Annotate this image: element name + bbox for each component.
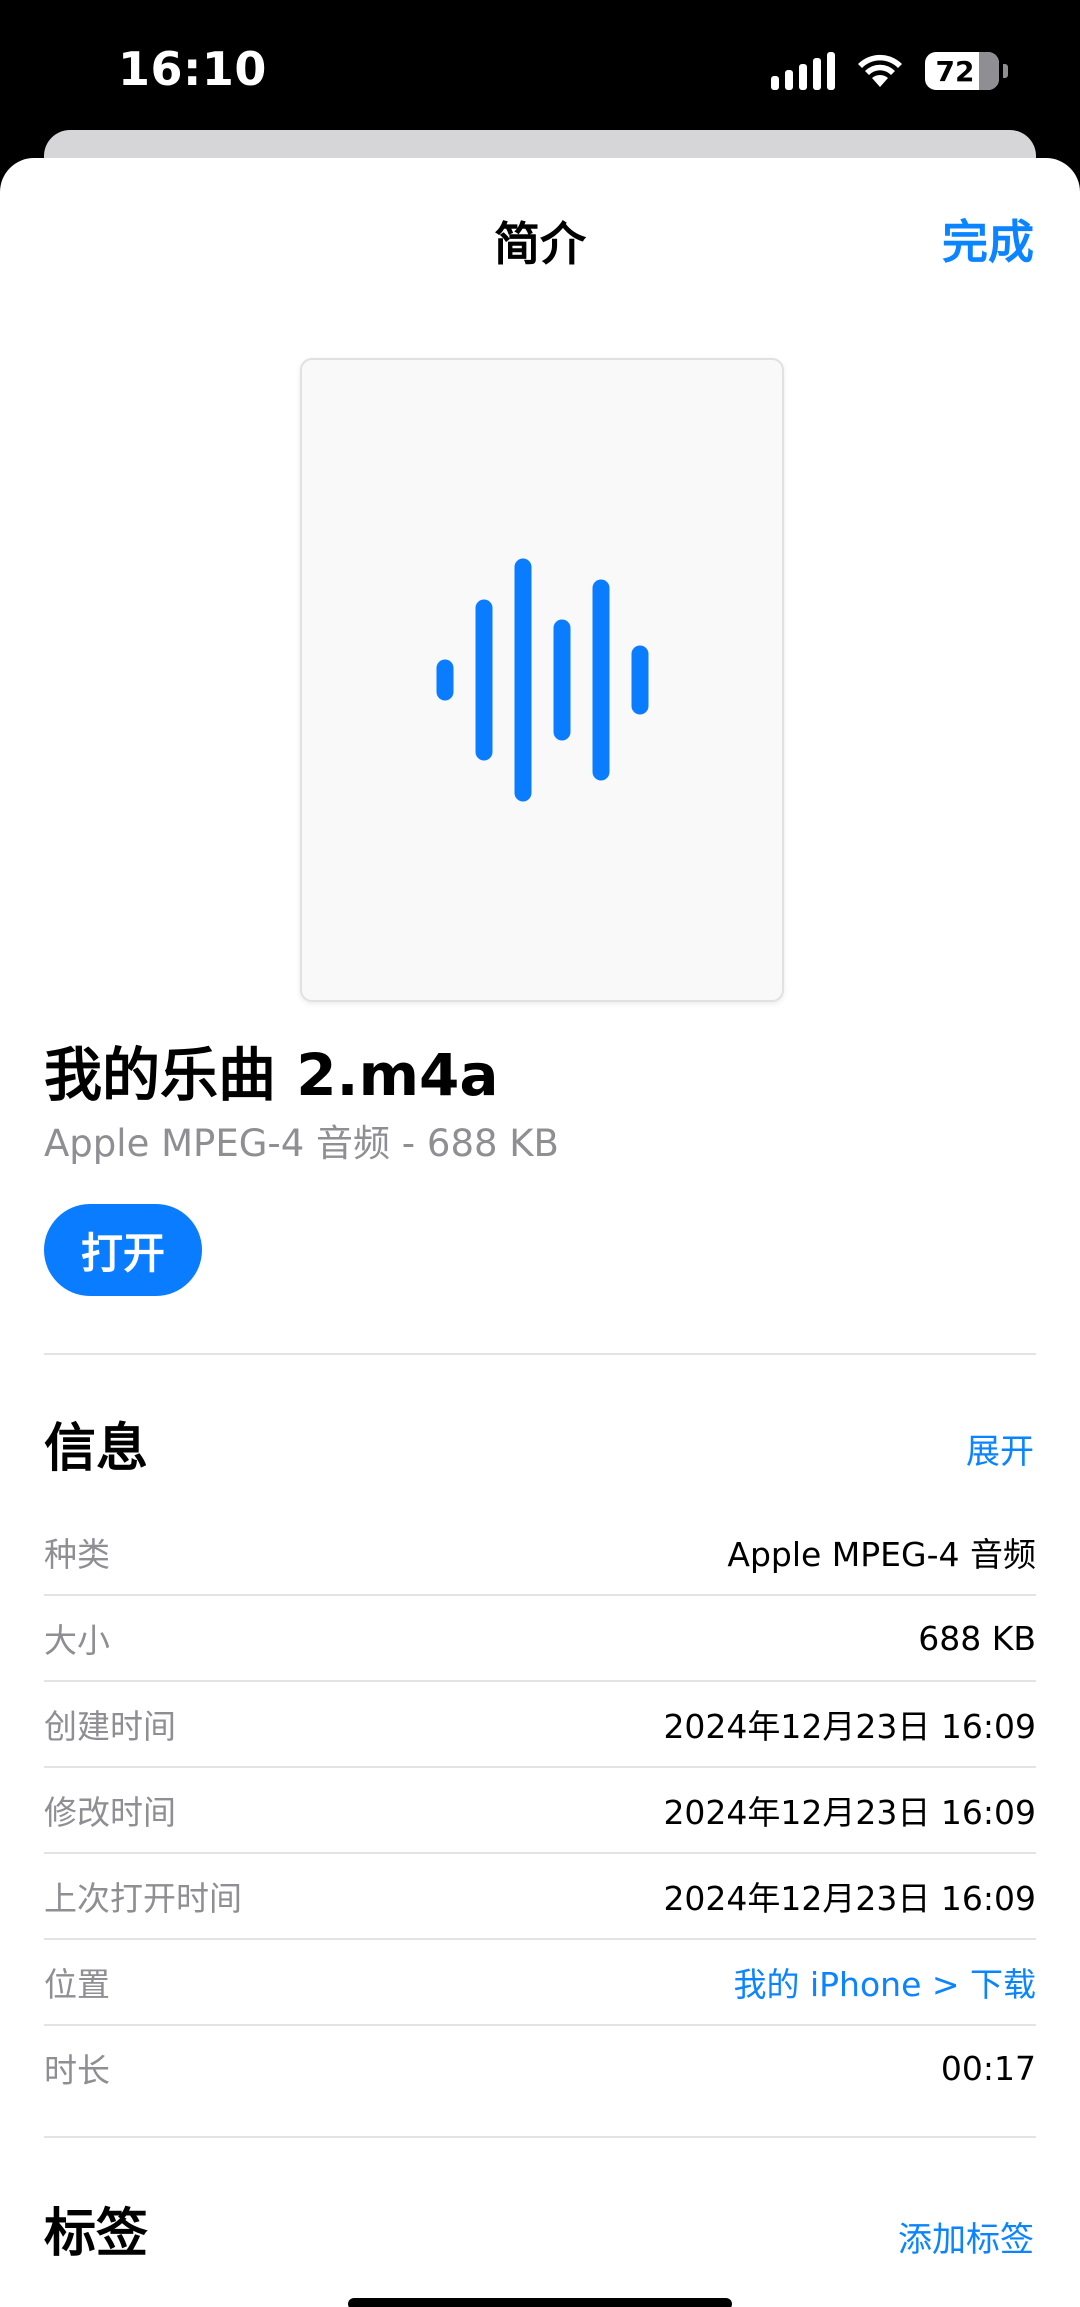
divider — [44, 2136, 1036, 2138]
signal-icon — [771, 52, 835, 90]
info-row-modified: 修改时间 2024年12月23日 16:09 — [44, 1768, 1036, 1854]
open-button[interactable]: 打开 — [44, 1204, 202, 1296]
info-row-created: 创建时间 2024年12月23日 16:09 — [44, 1682, 1036, 1768]
info-value: 2024年12月23日 16:09 — [663, 1793, 1036, 1832]
file-name: 我的乐曲 2.m4a — [44, 1041, 499, 1109]
info-section-title: 信息 — [44, 1419, 149, 1479]
divider — [44, 1353, 1036, 1355]
info-row-kind: 种类 Apple MPEG-4 音频 — [44, 1510, 1036, 1596]
info-row-location: 位置 我的 iPhone > 下载 — [44, 1940, 1036, 2026]
battery-icon: 72 — [925, 52, 999, 90]
battery-nub — [1003, 64, 1008, 78]
info-list: 种类 Apple MPEG-4 音频 大小 688 KB 创建时间 2024年1… — [44, 1510, 1036, 2110]
info-label: 大小 — [44, 1621, 110, 1660]
info-row-last-opened: 上次打开时间 2024年12月23日 16:09 — [44, 1854, 1036, 1940]
info-label: 种类 — [44, 1535, 110, 1574]
done-button[interactable]: 完成 — [942, 206, 1034, 272]
expand-button[interactable]: 展开 — [966, 1424, 1034, 1473]
info-label: 时长 — [44, 2051, 110, 2090]
file-preview — [300, 358, 784, 1002]
info-value: 2024年12月23日 16:09 — [663, 1707, 1036, 1746]
info-sheet: 简介 完成 我的乐曲 2.m4a Apple MPEG-4 音频 - 688 K… — [0, 158, 1080, 2307]
wifi-icon — [858, 54, 902, 87]
info-row-size: 大小 688 KB — [44, 1596, 1036, 1682]
info-value: Apple MPEG-4 音频 — [727, 1535, 1036, 1574]
status-icons: 72 — [771, 52, 1008, 90]
battery-level: 72 — [935, 54, 975, 88]
info-label: 位置 — [44, 1965, 110, 2004]
info-value: 688 KB — [918, 1618, 1036, 1658]
nav-title: 简介 — [494, 217, 586, 271]
waveform-icon — [436, 558, 649, 802]
home-indicator — [348, 2298, 732, 2307]
info-label: 创建时间 — [44, 1707, 176, 1746]
status-bar: 16:10 72 — [0, 0, 1080, 130]
info-value: 2024年12月23日 16:09 — [663, 1879, 1036, 1918]
location-link[interactable]: 我的 iPhone > 下载 — [733, 1958, 1036, 2006]
info-label: 修改时间 — [44, 1793, 176, 1832]
file-subtitle: Apple MPEG-4 音频 - 688 KB — [44, 1122, 559, 1165]
info-value: 00:17 — [940, 2048, 1036, 2088]
add-tag-button[interactable]: 添加标签 — [898, 2212, 1034, 2261]
status-time: 16:10 — [118, 42, 267, 96]
info-row-duration: 时长 00:17 — [44, 2026, 1036, 2110]
tags-section-title: 标签 — [44, 2204, 149, 2264]
info-label: 上次打开时间 — [44, 1879, 242, 1918]
